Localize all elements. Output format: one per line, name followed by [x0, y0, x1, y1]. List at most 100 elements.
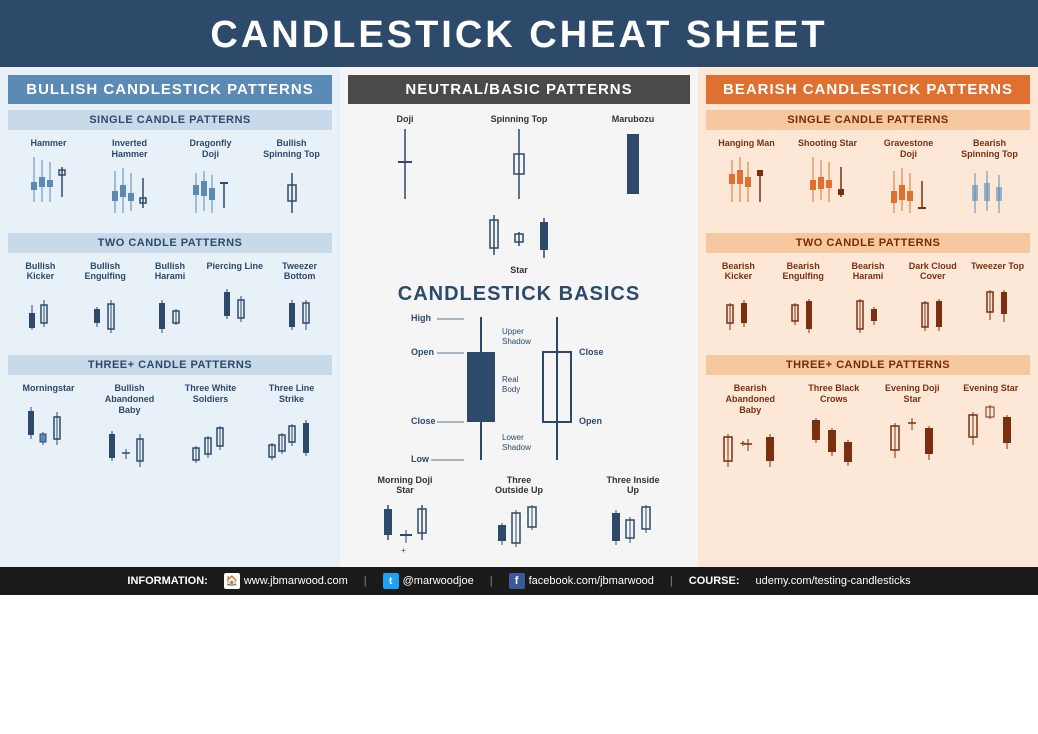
- bearish-spinning-top-label: Bearish Spinning Top: [960, 138, 1020, 160]
- twitter-icon: t: [383, 573, 399, 589]
- footer-course-url: udemy.com/testing-candlesticks: [756, 575, 911, 587]
- bearish-three-header: THREE+ CANDLE PATTERNS: [706, 355, 1030, 375]
- bearish-abandoned-baby-label: Bearish Abandoned Baby: [718, 383, 783, 415]
- pattern-morning-doji-star: Morning Doji Star +: [378, 475, 433, 555]
- svg-text:High: High: [411, 313, 431, 323]
- inverted-hammer-label: Inverted Hammer: [100, 138, 160, 160]
- bullish-column: BULLISH CANDLESTICK PATTERNS SINGLE CAND…: [0, 67, 340, 567]
- pattern-bullish-abandoned-baby: Bullish Abandoned Baby: [100, 383, 160, 483]
- pattern-bearish-harami: Bearish Harami: [838, 261, 898, 346]
- neutral-column: NEUTRAL/BASIC PATTERNS Doji Spinning Top: [340, 67, 698, 567]
- footer-twitter-item: t @marwoodjoe: [383, 573, 474, 589]
- bullish-harami-label: Bullish Harami: [140, 261, 200, 283]
- pattern-bearish-abandoned-baby: Bearish Abandoned Baby +: [718, 383, 783, 483]
- bearish-column: BEARISH CANDLESTICK PATTERNS SINGLE CAND…: [698, 67, 1038, 567]
- evening-star-label: Evening Star: [963, 383, 1018, 394]
- marubozu-label: Marubozu: [612, 114, 655, 124]
- pattern-bearish-engulfing: Bearish Engulfing: [773, 261, 833, 346]
- bearish-two-group: Bearish Kicker Bearish Engulfing: [706, 257, 1030, 350]
- svg-text:Upper: Upper: [502, 327, 524, 336]
- bullish-single-header: SINGLE CANDLE PATTERNS: [8, 110, 332, 130]
- pattern-bullish-engulfing: Bullish Engulfing: [75, 261, 135, 346]
- pattern-three-outside-up: Three Outside Up: [492, 475, 547, 555]
- doji-label: Doji: [397, 114, 414, 124]
- dark-cloud-cover-label: Dark Cloud Cover: [903, 261, 963, 283]
- pattern-marubozu: Marubozu: [603, 114, 663, 204]
- pattern-three-inside-up: Three Inside Up: [606, 475, 661, 555]
- pattern-bullish-harami: Bullish Harami: [140, 261, 200, 346]
- bullish-three-group: Morningstar Bullish Abandoned Baby: [8, 379, 332, 487]
- bearish-header: BEARISH CANDLESTICK PATTERNS: [706, 75, 1030, 104]
- pattern-dark-cloud-cover: Dark Cloud Cover: [903, 261, 963, 346]
- pattern-three-black-crows: Three Black Crows: [806, 383, 861, 473]
- svg-text:Lower: Lower: [502, 433, 524, 442]
- bearish-two-header: TWO CANDLE PATTERNS: [706, 233, 1030, 253]
- pattern-star: Star: [479, 210, 559, 275]
- bearish-kicker-label: Bearish Kicker: [708, 261, 768, 283]
- svg-text:+: +: [401, 546, 406, 555]
- hanging-man-label: Hanging Man: [718, 138, 775, 149]
- bearish-harami-label: Bearish Harami: [838, 261, 898, 283]
- three-black-crows-label: Three Black Crows: [806, 383, 861, 405]
- basics-title: CANDLESTICK BASICS: [348, 283, 690, 306]
- pattern-piercing-line: Piercing Line: [205, 261, 265, 335]
- three-white-soldiers-label: Three White Soldiers: [181, 383, 241, 405]
- evening-doji-star-label: Evening Doji Star: [885, 383, 940, 405]
- neutral-header: NEUTRAL/BASIC PATTERNS: [348, 75, 690, 104]
- svg-text:Open: Open: [411, 347, 434, 357]
- svg-text:Shadow: Shadow: [502, 337, 531, 346]
- bearish-single-group: Hanging Man Shooting Sta: [706, 134, 1030, 227]
- morningstar-label: Morningstar: [22, 383, 74, 394]
- gravestone-doji-label: Gravestone Doji: [879, 138, 939, 160]
- facebook-icon: f: [509, 573, 525, 589]
- star-label: Star: [510, 265, 528, 275]
- pattern-spinning-top: Spinning Top: [489, 114, 549, 204]
- header: CANDLESTICK CHEAT SHEET: [0, 0, 1038, 67]
- pattern-hanging-man: Hanging Man: [717, 138, 777, 212]
- hammer-label: Hammer: [30, 138, 66, 149]
- bullish-single-group: Hammer Inverted Hamm: [8, 134, 332, 227]
- bullish-header: BULLISH CANDLESTICK PATTERNS: [8, 75, 332, 104]
- pattern-bullish-kicker: Bullish Kicker: [10, 261, 70, 346]
- columns: BULLISH CANDLESTICK PATTERNS SINGLE CAND…: [0, 67, 1038, 567]
- footer-website: www.jbmarwood.com: [244, 575, 348, 587]
- pattern-three-white-soldiers: Three White Soldiers: [181, 383, 241, 473]
- pattern-inverted-hammer: Inverted Hammer: [100, 138, 160, 223]
- pattern-gravestone-doji: Gravestone Doji: [879, 138, 939, 223]
- footer-divider-2: |: [490, 575, 493, 587]
- bearish-three-group: Bearish Abandoned Baby + Three Black Cro…: [706, 379, 1030, 487]
- footer: INFORMATION: 🏠 www.jbmarwood.com | t @ma…: [0, 567, 1038, 595]
- svg-text:Close: Close: [579, 347, 604, 357]
- three-outside-up-label: Three Outside Up: [492, 475, 547, 495]
- spinning-top-label: Spinning Top: [491, 114, 548, 124]
- svg-text:Body: Body: [502, 385, 520, 394]
- tweezer-bottom-label: Tweezer Bottom: [270, 261, 330, 283]
- morning-doji-star-label: Morning Doji Star: [378, 475, 433, 495]
- pattern-bearish-spinning-top: Bearish Spinning Top: [960, 138, 1020, 223]
- footer-divider-1: |: [364, 575, 367, 587]
- pattern-morningstar: Morningstar: [19, 383, 79, 462]
- dragonfly-doji-label: Dragonfly Doji: [181, 138, 241, 160]
- pattern-dragonfly-doji: Dragonfly Doji: [181, 138, 241, 223]
- pattern-evening-star: Evening Star: [963, 383, 1018, 462]
- bearish-engulfing-label: Bearish Engulfing: [773, 261, 833, 283]
- pattern-tweezer-top: Tweezer Top: [968, 261, 1028, 335]
- svg-text:Open: Open: [579, 416, 602, 426]
- neutral-patterns-row: Doji Spinning Top Marubozu: [348, 110, 690, 208]
- footer-divider-3: |: [670, 575, 673, 587]
- pattern-hammer: Hammer: [19, 138, 79, 212]
- pattern-evening-doji-star: Evening Doji Star: [885, 383, 940, 473]
- svg-text:Real: Real: [502, 375, 519, 384]
- bullish-kicker-label: Bullish Kicker: [10, 261, 70, 283]
- main-container: CANDLESTICK CHEAT SHEET BULLISH CANDLEST…: [0, 0, 1038, 595]
- footer-facebook-item: f facebook.com/jbmarwood: [509, 573, 654, 589]
- pattern-bearish-kicker: Bearish Kicker: [708, 261, 768, 346]
- page-title: CANDLESTICK CHEAT SHEET: [10, 14, 1028, 57]
- three-line-strike-label: Three Line Strike: [262, 383, 322, 405]
- tweezer-top-label: Tweezer Top: [971, 261, 1024, 272]
- basics-diagram: High Open Close Low Upper Shadow Real Bo…: [409, 312, 629, 467]
- pattern-shooting-star: Shooting Star: [798, 138, 858, 212]
- bullish-abandoned-baby-label: Bullish Abandoned Baby: [100, 383, 160, 415]
- pattern-bullish-spinning-top: Bullish Spinning Top: [262, 138, 322, 223]
- footer-course-label: COURSE:: [689, 575, 740, 587]
